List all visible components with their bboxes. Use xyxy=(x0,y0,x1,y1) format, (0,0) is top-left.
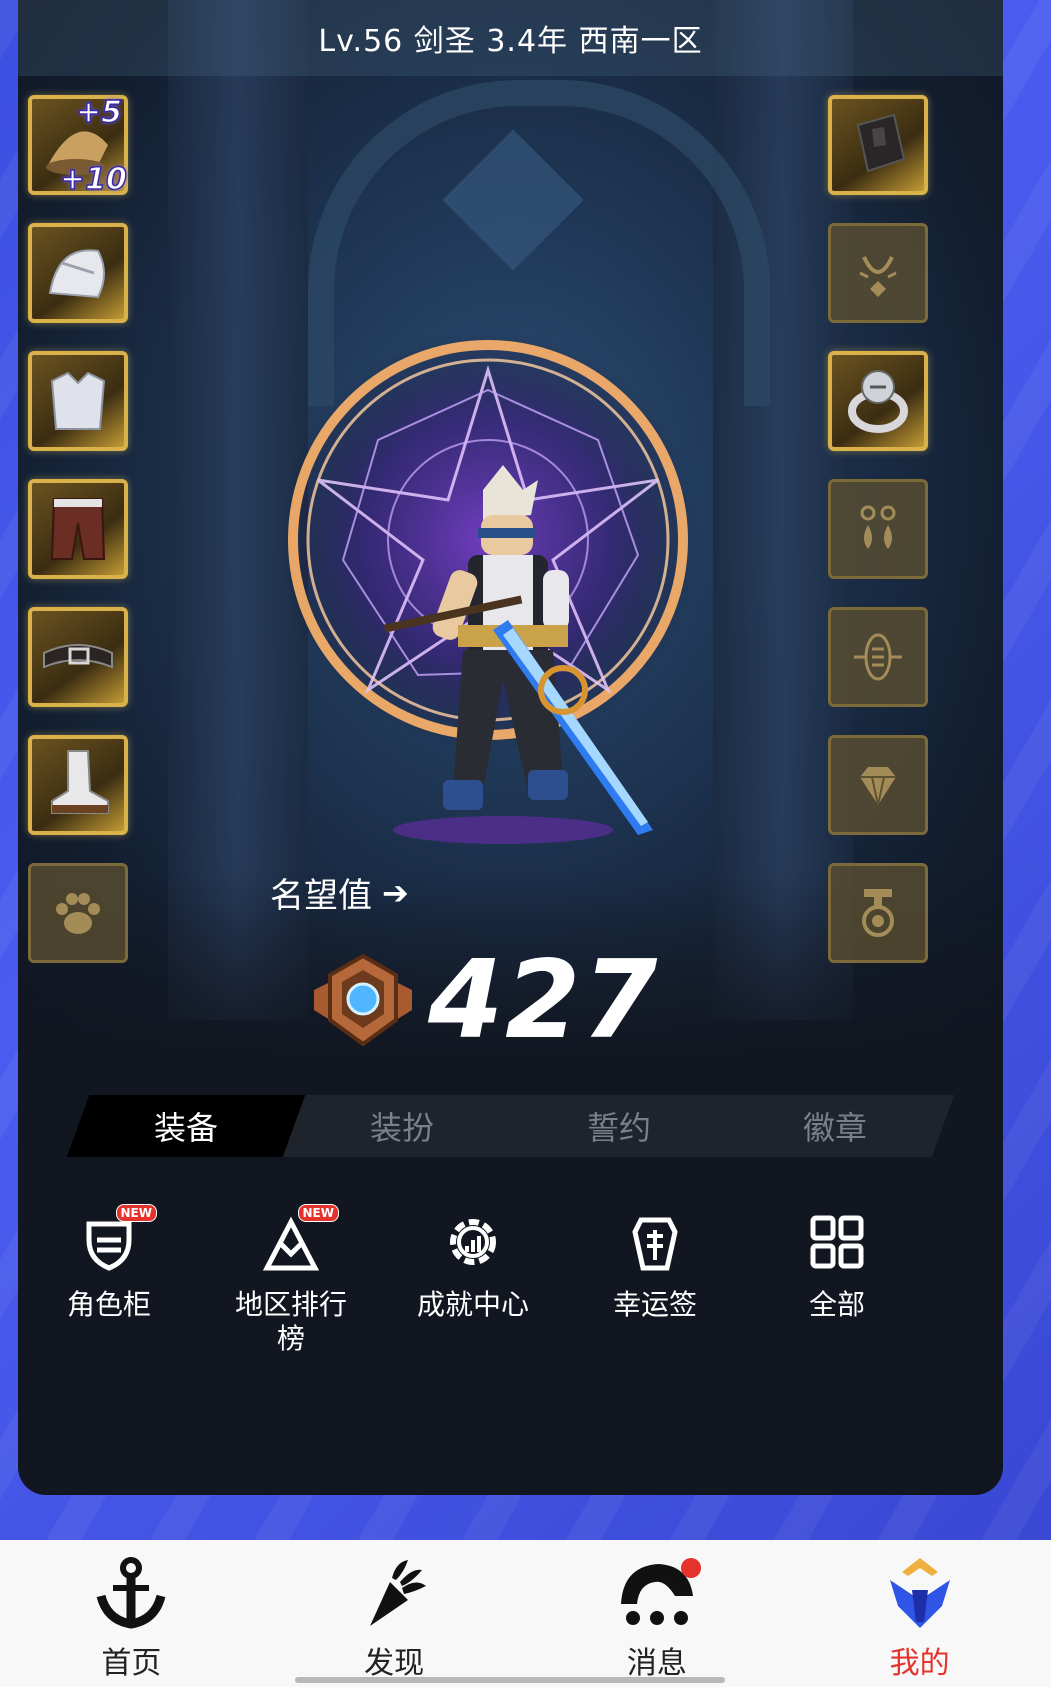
enhance-badge: +10 xyxy=(59,161,127,198)
tab-oath[interactable]: 誓约 xyxy=(499,1095,738,1157)
quick-all[interactable]: 全部 xyxy=(746,1210,928,1356)
home-indicator xyxy=(295,1677,725,1683)
profile-emblem-icon xyxy=(889,1558,950,1628)
upgrade-badge: +5 xyxy=(75,94,123,131)
ring-icon xyxy=(848,370,908,433)
nav-home[interactable]: 首页 xyxy=(0,1540,263,1687)
quick-actions: NEW 角色柜 NEW 地区排行榜 成就中心 幸运签 全部 xyxy=(18,1204,1003,1356)
equip-slot-top[interactable] xyxy=(28,351,128,451)
grid-all-icon xyxy=(805,1210,869,1274)
pants-icon xyxy=(50,498,106,560)
bracer-icon xyxy=(856,113,906,173)
chest-armor-icon xyxy=(50,371,106,430)
equip-slot-earring[interactable] xyxy=(828,479,928,579)
quick-label: 角色柜 xyxy=(66,1288,151,1321)
new-badge: NEW xyxy=(297,1204,339,1222)
equip-slot-shoes[interactable] xyxy=(28,735,128,835)
character-cabinet-icon: NEW xyxy=(77,1204,157,1274)
equip-slot-bracelet[interactable] xyxy=(828,95,928,195)
equip-slot-necklace[interactable] xyxy=(828,223,928,323)
title-medal-icon xyxy=(862,889,894,937)
quick-label: 全部 xyxy=(808,1288,865,1321)
quick-label: 地区排行榜 xyxy=(234,1288,347,1355)
character-card: Lv.56 剑圣 3.4年 西南一区 +5 +10 名望值 ➔ 427 装备 装… xyxy=(18,0,1003,1495)
equip-slot-pants[interactable] xyxy=(28,479,128,579)
equip-slot-hat[interactable]: +5 +10 xyxy=(28,94,128,198)
necklace-icon xyxy=(859,256,897,297)
equip-slot-belt[interactable] xyxy=(28,607,128,707)
quick-lucky-draw[interactable]: 幸运签 xyxy=(564,1210,746,1356)
shoulder-armor-icon xyxy=(48,249,105,299)
equip-slot-subweapon[interactable] xyxy=(828,607,928,707)
tab-label: 誓约 xyxy=(586,1109,651,1147)
quick-region-ranking[interactable]: NEW 地区排行榜 xyxy=(200,1204,382,1356)
nav-label: 消息 xyxy=(626,1646,687,1681)
fame-medal-icon xyxy=(314,953,412,1047)
arrow-right-icon: ➔ xyxy=(382,873,409,912)
fame-link[interactable]: 名望值 ➔ xyxy=(270,868,409,917)
tab-label: 装扮 xyxy=(370,1109,435,1147)
equip-slot-shoulder[interactable] xyxy=(28,223,128,323)
earring-icon xyxy=(860,505,896,549)
bottom-nav: 首页 发现 消息 我的 xyxy=(0,1540,1051,1687)
region-ranking-icon: NEW xyxy=(259,1204,339,1274)
profile-tabs: 装备 装扮 誓约 徽章 xyxy=(66,1095,955,1157)
fame-label: 名望值 xyxy=(270,876,372,916)
subweapon-icon xyxy=(854,633,902,681)
lucky-draw-icon xyxy=(623,1210,687,1274)
tab-label: 徽章 xyxy=(802,1109,867,1147)
gem-icon xyxy=(860,767,896,806)
new-badge: NEW xyxy=(115,1204,157,1222)
quick-achievement-center[interactable]: 成就中心 xyxy=(382,1210,564,1356)
equip-slot-title[interactable] xyxy=(828,863,928,963)
equip-slot-gem[interactable] xyxy=(828,735,928,835)
discover-icon xyxy=(370,1560,427,1626)
character-sprite xyxy=(363,460,663,850)
fame-value: 427 xyxy=(428,937,660,1063)
equip-slot-pet[interactable] xyxy=(28,863,128,963)
quick-label: 成就中心 xyxy=(416,1288,529,1321)
paw-icon xyxy=(56,893,100,934)
nav-label: 发现 xyxy=(364,1646,425,1681)
quick-label: 幸运签 xyxy=(612,1288,697,1321)
achievement-gear-icon xyxy=(441,1210,505,1274)
unread-dot xyxy=(680,1558,701,1578)
belt-icon xyxy=(43,644,113,669)
tab-badge[interactable]: 徽章 xyxy=(715,1095,954,1157)
shoes-icon xyxy=(51,750,109,814)
nav-label: 首页 xyxy=(101,1646,162,1681)
nav-discover[interactable]: 发现 xyxy=(263,1540,526,1687)
anchor-icon xyxy=(97,1557,166,1629)
fame-display: 427 xyxy=(308,937,660,1063)
nav-profile[interactable]: 我的 xyxy=(788,1540,1051,1687)
nav-label: 我的 xyxy=(889,1646,950,1681)
quick-character-cabinet[interactable]: NEW 角色柜 xyxy=(18,1204,200,1356)
equip-slot-ring[interactable] xyxy=(828,351,928,451)
tab-costume[interactable]: 装扮 xyxy=(283,1095,522,1157)
nav-messages[interactable]: 消息 xyxy=(526,1540,789,1687)
character-title-bar: Lv.56 剑圣 3.4年 西南一区 xyxy=(18,0,1003,76)
tab-equipment[interactable]: 装备 xyxy=(66,1095,306,1157)
tab-label: 装备 xyxy=(154,1109,219,1147)
character-title: Lv.56 剑圣 3.4年 西南一区 xyxy=(318,24,703,59)
